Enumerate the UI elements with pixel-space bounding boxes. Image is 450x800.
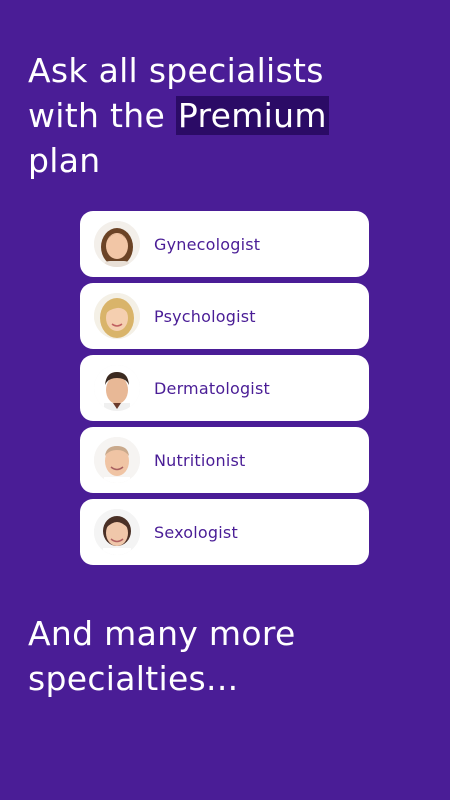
specialist-label-gynecologist: Gynecologist <box>154 234 261 254</box>
headline-line1: Ask all specialists <box>28 51 324 90</box>
headline: Ask all specialists with the Premium pla… <box>28 48 428 183</box>
psychologist-avatar-icon <box>94 293 140 339</box>
specialist-label-dermatologist: Dermatologist <box>154 378 270 398</box>
specialist-label-nutritionist: Nutritionist <box>154 450 246 470</box>
footer-line2: specialties... <box>28 659 239 698</box>
specialist-card-psychologist[interactable]: Psychologist <box>80 283 369 349</box>
footer-text: And many more specialties... <box>28 611 428 701</box>
specialist-list: Gynecologist Psychologist Dermatologist <box>80 211 369 565</box>
specialist-label-sexologist: Sexologist <box>154 522 238 542</box>
premium-highlight: Premium <box>175 96 329 135</box>
specialist-label-psychologist: Psychologist <box>154 306 256 326</box>
dermatologist-avatar-icon <box>94 365 140 411</box>
specialist-card-gynecologist[interactable]: Gynecologist <box>80 211 369 277</box>
footer-line1: And many more <box>28 614 296 653</box>
specialist-card-sexologist[interactable]: Sexologist <box>80 499 369 565</box>
sexologist-avatar-icon <box>94 509 140 555</box>
headline-line3: plan <box>28 141 101 180</box>
nutritionist-avatar-icon <box>94 437 140 483</box>
specialist-card-nutritionist[interactable]: Nutritionist <box>80 427 369 493</box>
gynecologist-avatar-icon <box>94 221 140 267</box>
headline-line2-prefix: with the <box>28 96 176 135</box>
specialist-card-dermatologist[interactable]: Dermatologist <box>80 355 369 421</box>
